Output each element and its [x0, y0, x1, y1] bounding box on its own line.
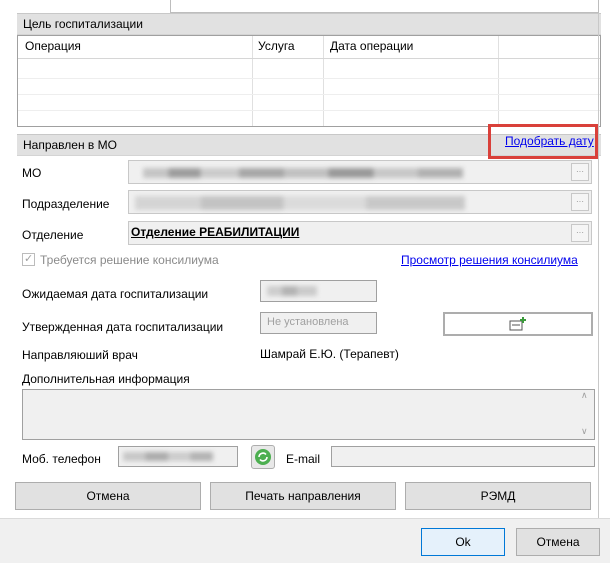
council-checkbox-label: Требуется решение консилиума — [40, 253, 219, 267]
print-referral-button-label: Печать направления — [245, 489, 361, 503]
purpose-section-header: Цель госпитализации — [17, 13, 601, 35]
set-date-button[interactable] — [443, 312, 593, 336]
subdivision-label: Подразделение — [22, 197, 110, 211]
department-label: Отделение — [22, 228, 84, 242]
dialog-cancel-button[interactable]: Отмена — [516, 528, 600, 556]
approved-date-field[interactable]: Не установлена — [260, 312, 377, 334]
department-value: Отделение РЕАБИЛИТАЦИИ — [131, 225, 300, 239]
remd-button[interactable]: РЭМД — [405, 482, 591, 510]
top-frame — [0, 0, 610, 14]
mo-field[interactable]: ··· — [128, 160, 592, 184]
email-label: E-mail — [286, 452, 321, 466]
cancel-referral-button[interactable]: Отмена — [15, 482, 201, 510]
council-checkbox[interactable]: ✓ — [22, 253, 35, 266]
expected-date-label: Ожидаемая дата госпитализации — [22, 287, 209, 301]
approved-date-placeholder: Не установлена — [267, 316, 349, 328]
ok-button-label: Ok — [455, 535, 471, 549]
column-operation-date: Дата операции — [330, 39, 414, 53]
email-field[interactable] — [331, 446, 595, 467]
department-field[interactable]: Отделение РЕАБИЛИТАЦИИ ··· — [128, 221, 592, 245]
print-referral-button[interactable]: Печать направления — [210, 482, 396, 510]
column-service: Услуга — [258, 39, 295, 53]
mo-select-button[interactable]: ··· — [571, 163, 589, 181]
mo-label: МО — [22, 166, 42, 180]
mo-blurred-value — [143, 168, 463, 178]
calendar-add-icon — [509, 317, 526, 331]
phone-blurred-value — [123, 452, 213, 461]
scroll-down-icon[interactable]: ∨ — [581, 426, 588, 437]
scroll-up-icon[interactable]: ∧ — [581, 390, 588, 401]
subdivision-select-button[interactable]: ··· — [571, 193, 589, 211]
textarea-scrollbar[interactable]: ∧ ∨ — [578, 390, 594, 439]
refresh-icon — [255, 449, 271, 465]
referring-doctor-label: Направляюший врач — [22, 348, 138, 362]
checkmark-icon: ✓ — [24, 253, 34, 265]
additional-info-textarea[interactable]: ∧ ∨ — [22, 389, 595, 440]
expected-date-blurred-value — [267, 286, 317, 296]
dialog-cancel-button-label: Отмена — [536, 535, 580, 549]
subdivision-blurred-value — [135, 196, 465, 210]
column-operation: Операция — [25, 39, 81, 53]
additional-info-label: Дополнительная информация — [22, 372, 190, 386]
remd-button-label: РЭМД — [480, 489, 516, 503]
referring-doctor-value: Шамрай Е.Ю. (Терапевт) — [260, 347, 399, 361]
phone-field[interactable] — [118, 446, 238, 467]
refresh-phone-button[interactable] — [251, 445, 275, 469]
pick-date-link[interactable]: Подобрать дату — [505, 134, 594, 148]
operations-table[interactable]: Операция Услуга Дата операции — [17, 35, 601, 127]
approved-date-label: Утвержденная дата госпитализации — [22, 320, 224, 334]
ok-button[interactable]: Ok — [421, 528, 505, 556]
cancel-referral-button-label: Отмена — [86, 489, 130, 503]
inner-frame-border — [598, 13, 599, 518]
expected-date-field[interactable] — [260, 280, 377, 302]
department-select-button[interactable]: ··· — [571, 224, 589, 242]
phone-label: Моб. телефон — [22, 452, 101, 466]
subdivision-field[interactable]: ··· — [128, 190, 592, 214]
view-council-link[interactable]: Просмотр решения консилиума — [401, 253, 578, 267]
